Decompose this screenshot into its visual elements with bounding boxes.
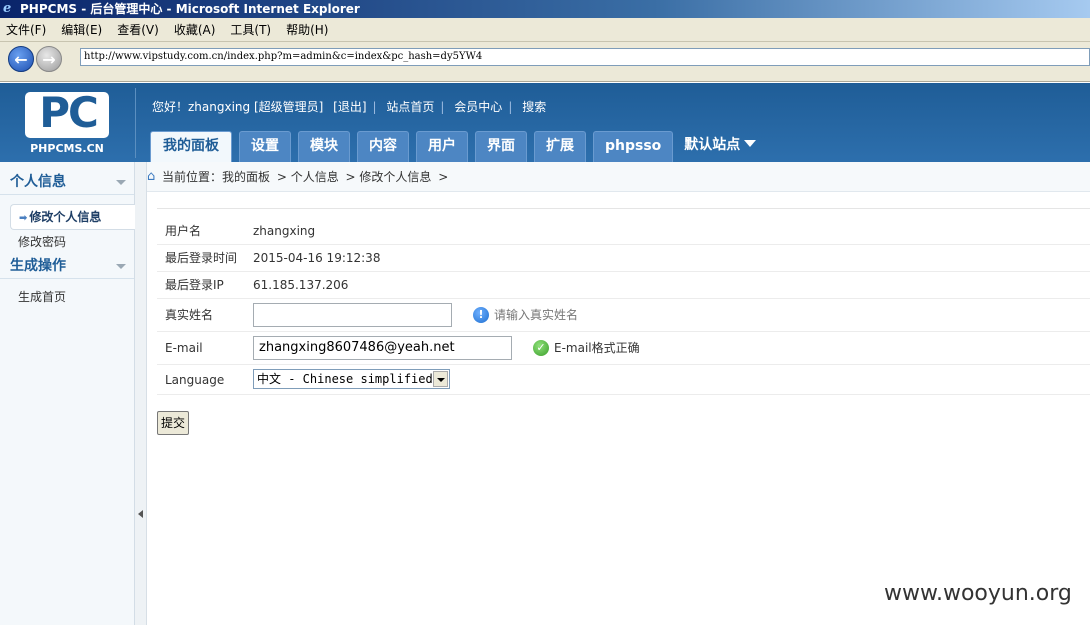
breadcrumb-part: > — [438, 170, 449, 184]
email-label: E-mail — [165, 341, 203, 355]
address-input[interactable]: http://www.vipstudy.com.cn/index.php?m=a… — [80, 48, 1090, 66]
breadcrumb: ⌂ 当前位置：我的面板 > 个人信息 > 修改个人信息 > — [147, 162, 1090, 192]
sidebar-section-personal[interactable]: 个人信息 — [0, 169, 134, 195]
tab-my-panel[interactable]: 我的面板 — [150, 131, 232, 162]
realname-label: 真实姓名 — [165, 308, 214, 322]
menu-favorites[interactable]: 收藏(A) — [168, 18, 225, 42]
forward-button[interactable]: → — [36, 46, 62, 72]
triangle-left-icon — [138, 510, 143, 518]
separator: | — [440, 100, 445, 114]
logout-link[interactable]: [退出] — [333, 100, 366, 114]
sidebar-item-label: 修改个人信息 — [29, 210, 102, 224]
user-info-bar: 您好！zhangxing [超级管理员] [退出] | 站点首页 | 会员中心 | 搜… — [152, 98, 552, 116]
address-toolbar: ← → http://www.vipstudy.com.cn/index.php… — [0, 42, 1090, 82]
form-row-last-login-time: 最后登录时间 2015-04-16 19:12:38 — [157, 245, 1090, 272]
tab-settings[interactable]: 设置 — [239, 131, 291, 162]
sidebar: 个人信息 ➡ 修改个人信息 修改密码 生成操作 生成首页 — [0, 162, 135, 625]
email-input[interactable]: zhangxing8607486@yeah.net — [253, 336, 512, 360]
sidebar-item-generate-home[interactable]: 生成首页 — [18, 288, 66, 306]
form-row-username: 用户名 zhangxing — [157, 218, 1090, 245]
caret-down-icon — [744, 140, 757, 147]
form-row-realname: 真实姓名 ! 请输入真实姓名 — [157, 299, 1090, 332]
sidebar-item-edit-profile[interactable]: ➡ 修改个人信息 — [10, 204, 135, 230]
breadcrumb-part[interactable]: > 修改个人信息 — [346, 170, 432, 184]
menu-file[interactable]: 文件(F) — [0, 18, 55, 42]
sidebar-section-generate[interactable]: 生成操作 — [0, 253, 134, 279]
window-titlebar: e PHPCMS - 后台管理中心 - Microsoft Internet E… — [0, 0, 1090, 18]
ie-logo-icon: e — [3, 1, 12, 16]
site-selector[interactable]: 默认站点 — [680, 131, 760, 162]
main-nav-tabs: 我的面板 设置 模块 内容 用户 界面 扩展 phpsso 默认站点 — [150, 131, 767, 162]
member-center-link[interactable]: 会员中心 — [454, 100, 502, 114]
breadcrumb-prefix: 当前位置：我的面板 — [162, 170, 271, 184]
tab-modules[interactable]: 模块 — [298, 131, 350, 162]
sidebar-section-label: 个人信息 — [10, 174, 66, 190]
watermark-text: www.wooyun.org — [884, 581, 1072, 606]
form-row-email: E-mail zhangxing8607486@yeah.net ✓ E-mail… — [157, 332, 1090, 365]
search-link[interactable]: 搜索 — [522, 100, 546, 114]
tab-interface[interactable]: 界面 — [475, 131, 527, 162]
tab-phpsso[interactable]: phpsso — [593, 131, 674, 162]
logo-mark: PC — [39, 88, 99, 137]
sidebar-item-change-password[interactable]: 修改密码 — [18, 233, 66, 251]
info-icon: ! — [473, 307, 489, 323]
back-button[interactable]: ← — [8, 46, 34, 72]
last-login-ip-value: 61.185.137.206 — [253, 278, 349, 292]
tab-content[interactable]: 内容 — [357, 131, 409, 162]
menu-bar: 文件(F) 编辑(E) 查看(V) 收藏(A) 工具(T) 帮助(H) — [0, 18, 1090, 42]
arrow-left-icon: ← — [14, 50, 28, 69]
language-label: Language — [165, 373, 225, 387]
breadcrumb-part[interactable]: > 个人信息 — [277, 170, 339, 184]
username-value: zhangxing — [253, 224, 316, 238]
separator: | — [508, 100, 513, 114]
separator: | — [372, 100, 377, 114]
window-title: PHPCMS - 后台管理中心 - Microsoft Internet Exp… — [20, 2, 360, 16]
phpcms-logo[interactable]: PC PHPCMS.CN — [22, 88, 112, 156]
email-hint: ✓ E-mail格式正确 — [533, 340, 640, 356]
submit-button[interactable]: 提交 — [157, 411, 189, 435]
site-home-link[interactable]: 站点首页 — [386, 100, 434, 114]
last-login-time-value: 2015-04-16 19:12:38 — [253, 251, 381, 265]
menu-edit[interactable]: 编辑(E) — [55, 18, 111, 42]
cms-header: PC PHPCMS.CN 您好！zhangxing [超级管理员] [退出] | … — [0, 83, 1090, 162]
realname-hint-text: 请输入真实姓名 — [494, 308, 579, 322]
chevron-down-icon — [116, 180, 126, 185]
sidebar-section-label: 生成操作 — [10, 258, 66, 274]
realname-input[interactable] — [253, 303, 452, 327]
language-selected-value: 中文 - Chinese simplified — [257, 372, 433, 386]
sidebar-collapse-handle[interactable] — [135, 162, 147, 625]
home-icon: ⌂ — [147, 169, 156, 184]
form-row-language: Language 中文 - Chinese simplified — [157, 365, 1090, 395]
language-select[interactable]: 中文 - Chinese simplified — [253, 369, 450, 389]
tab-users[interactable]: 用户 — [416, 131, 468, 162]
profile-form: 用户名 zhangxing 最后登录时间 2015-04-16 19:12:38… — [157, 208, 1090, 395]
email-hint-text: E-mail格式正确 — [554, 341, 640, 355]
dropdown-arrow-icon[interactable] — [433, 371, 448, 387]
arrow-right-icon: ➡ — [19, 213, 28, 224]
check-icon: ✓ — [533, 340, 549, 356]
menu-tools[interactable]: 工具(T) — [224, 18, 280, 42]
site-selector-label: 默认站点 — [684, 137, 741, 153]
last-login-ip-label: 最后登录IP — [165, 278, 224, 292]
arrow-right-icon: → — [42, 50, 56, 69]
menu-help[interactable]: 帮助(H) — [280, 18, 337, 42]
username-label: 用户名 — [165, 224, 202, 238]
realname-hint: ! 请输入真实姓名 — [473, 307, 578, 323]
form-row-last-login-ip: 最后登录IP 61.185.137.206 — [157, 272, 1090, 299]
tab-extensions[interactable]: 扩展 — [534, 131, 586, 162]
greeting-text: 您好！zhangxing [超级管理员] — [152, 100, 324, 114]
menu-view[interactable]: 查看(V) — [111, 18, 168, 42]
header-divider — [135, 88, 136, 158]
chevron-down-icon — [116, 264, 126, 269]
last-login-time-label: 最后登录时间 — [165, 251, 238, 265]
logo-site-text: PHPCMS.CN — [30, 142, 104, 155]
